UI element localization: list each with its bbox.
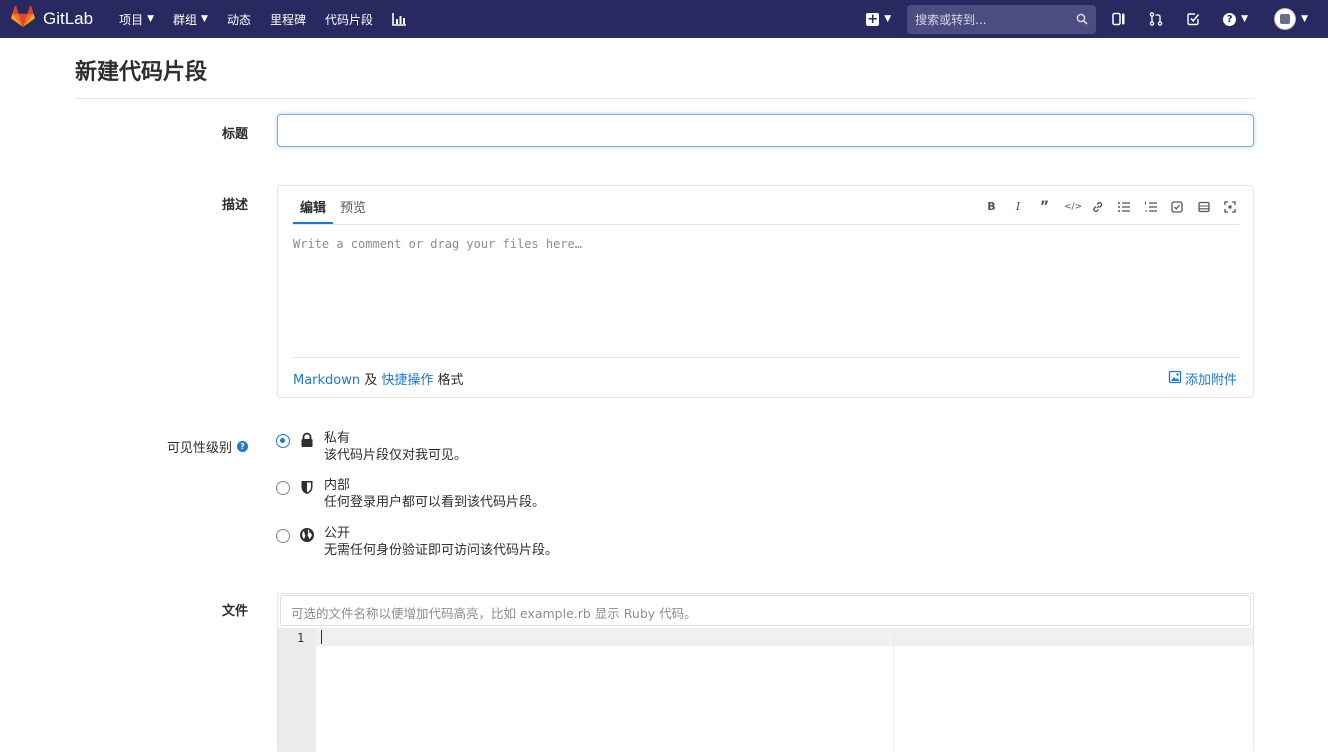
user-menu[interactable]: ▼ bbox=[1274, 8, 1308, 30]
shield-icon bbox=[299, 479, 315, 495]
plus-square-icon: + bbox=[866, 11, 880, 27]
title-label: 标题 bbox=[221, 127, 248, 142]
internal-desc: 任何登录用户都可以看到该代码片段。 bbox=[324, 495, 546, 510]
chevron-down-icon: ▼ bbox=[1241, 14, 1249, 24]
image-icon bbox=[1168, 370, 1185, 388]
visibility-label: 可见性级别 bbox=[166, 441, 232, 456]
nav-projects-label: 项目 bbox=[119, 12, 144, 27]
chevron-down-icon: ▼ bbox=[147, 14, 155, 24]
fullscreen-icon[interactable] bbox=[1223, 200, 1237, 214]
attach-file-button[interactable]: 添加附件 bbox=[1168, 369, 1237, 388]
description-label: 描述 bbox=[221, 198, 248, 213]
private-desc: 该代码片段仅对我可见。 bbox=[324, 448, 468, 463]
italic-icon[interactable]: I bbox=[1011, 200, 1025, 214]
avatar bbox=[1274, 8, 1297, 30]
search-input[interactable]: 搜索或转到... bbox=[907, 4, 1097, 34]
file-label: 文件 bbox=[221, 604, 248, 619]
public-desc: 无需任何身份验证即可访问该代码片段。 bbox=[324, 543, 559, 558]
nav-groups[interactable]: 群组 ▼ bbox=[173, 11, 208, 28]
bold-icon[interactable]: B bbox=[985, 200, 999, 214]
tab-edit[interactable]: 编辑 bbox=[293, 186, 334, 224]
radio-internal[interactable] bbox=[276, 481, 290, 495]
radio-private[interactable] bbox=[276, 434, 290, 448]
nav-groups-label: 群组 bbox=[173, 12, 198, 27]
code-editor-area[interactable] bbox=[316, 628, 1253, 646]
search-placeholder: 搜索或转到... bbox=[915, 12, 987, 27]
page-title: 新建代码片段 bbox=[75, 60, 208, 85]
description-editor: 编辑 预览 B I ” </> Write a comment or drag … bbox=[277, 185, 1254, 398]
nav-snippets[interactable]: 代码片段 bbox=[325, 11, 373, 28]
description-textarea[interactable]: Write a comment or drag your files here… bbox=[293, 237, 582, 251]
gitlab-logo-icon bbox=[11, 5, 35, 32]
line-number: 1 bbox=[297, 631, 305, 645]
footer-format-text: 格式 bbox=[433, 373, 464, 388]
filename-input[interactable]: 可选的文件名称以便增加代码高亮，比如 example.rb 显示 Ruby 代码… bbox=[280, 595, 1251, 626]
gitlab-home-link[interactable]: GitLab bbox=[11, 5, 94, 32]
nav-milestones[interactable]: 里程碑 bbox=[270, 11, 306, 28]
quote-icon[interactable]: ” bbox=[1038, 200, 1052, 214]
private-title: 私有 bbox=[324, 431, 351, 446]
text-cursor bbox=[321, 630, 322, 644]
nav-milestones-label: 里程碑 bbox=[269, 12, 306, 27]
nav-projects[interactable]: 项目 ▼ bbox=[119, 11, 154, 28]
quick-actions-link[interactable]: 快捷操作 bbox=[381, 373, 433, 388]
lock-icon bbox=[299, 432, 315, 448]
editor-footer-hint: Markdown 及 快捷操作 格式 bbox=[293, 369, 464, 388]
visibility-option-private[interactable]: 私有 该代码片段仅对我可见。 bbox=[276, 430, 467, 464]
code-icon[interactable]: </> bbox=[1064, 200, 1082, 214]
chart-icon[interactable] bbox=[392, 12, 407, 26]
public-title: 公开 bbox=[324, 526, 351, 541]
tab-preview[interactable]: 预览 bbox=[333, 186, 373, 224]
task-list-icon[interactable] bbox=[1170, 200, 1184, 214]
link-icon[interactable] bbox=[1091, 200, 1105, 214]
brand-name: GitLab bbox=[43, 9, 94, 28]
markdown-link[interactable]: Markdown bbox=[293, 373, 360, 388]
chevron-down-icon: ▼ bbox=[884, 14, 892, 24]
numbered-list-icon[interactable] bbox=[1144, 200, 1158, 214]
nav-activity[interactable]: 动态 bbox=[227, 11, 251, 28]
search-icon bbox=[1076, 10, 1088, 29]
footer-and-text: 及 bbox=[360, 373, 382, 388]
nav-snippets-label: 代码片段 bbox=[325, 12, 374, 27]
editor-footer-divider bbox=[293, 357, 1239, 358]
help-icon: ? bbox=[1223, 12, 1237, 26]
visibility-option-public[interactable]: 公开 无需任何身份验证即可访问该代码片段。 bbox=[276, 525, 558, 559]
todo-icon[interactable] bbox=[1186, 12, 1200, 26]
line-gutter bbox=[278, 628, 316, 752]
table-icon[interactable] bbox=[1197, 200, 1211, 214]
visibility-option-internal[interactable]: 内部 任何登录用户都可以看到该代码片段。 bbox=[276, 477, 545, 511]
globe-icon bbox=[299, 527, 315, 543]
markdown-toolbar: B I ” </> bbox=[972, 200, 1237, 214]
sidebar-icon[interactable] bbox=[1112, 12, 1126, 26]
file-editor: 可选的文件名称以便增加代码高亮，比如 example.rb 显示 Ruby 代码… bbox=[277, 593, 1254, 752]
question-icon[interactable]: ? bbox=[237, 441, 248, 452]
chevron-down-icon: ▼ bbox=[1301, 14, 1308, 24]
new-dropdown-button[interactable]: + ▼ bbox=[866, 11, 892, 27]
nav-activity-label: 动态 bbox=[226, 12, 251, 27]
title-input[interactable] bbox=[277, 114, 1254, 147]
visibility-label-group: 可见性级别 ? bbox=[167, 437, 248, 456]
merge-request-icon[interactable] bbox=[1149, 12, 1163, 26]
help-dropdown[interactable]: ? ▼ bbox=[1223, 12, 1249, 26]
radio-public[interactable] bbox=[276, 529, 290, 543]
title-divider bbox=[75, 98, 1254, 99]
editor-tab-divider bbox=[293, 224, 1239, 225]
internal-title: 内部 bbox=[324, 478, 351, 493]
top-navbar: GitLab 项目 ▼ 群组 ▼ 动态 里程碑 代码片段 + ▼ 搜索或转到..… bbox=[0, 0, 1328, 38]
chevron-down-icon: ▼ bbox=[201, 14, 208, 24]
attach-file-label: 添加附件 bbox=[1184, 373, 1237, 388]
print-margin bbox=[893, 628, 894, 752]
bullet-list-icon[interactable] bbox=[1117, 200, 1131, 214]
